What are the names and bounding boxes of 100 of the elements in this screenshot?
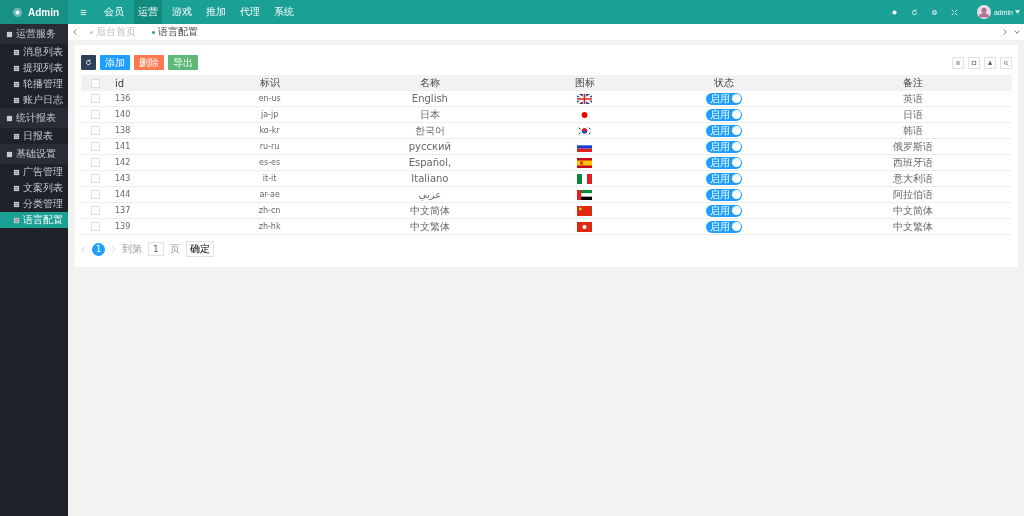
status-toggle[interactable]: 启用 xyxy=(705,156,742,169)
table-cell: 日本 xyxy=(324,106,536,123)
columns-icon[interactable] xyxy=(952,56,964,69)
table-cell: ko-kr xyxy=(214,122,325,139)
next-page-icon[interactable] xyxy=(111,245,116,253)
row-checkbox[interactable] xyxy=(90,94,100,103)
page-tab[interactable]: 后台首页 xyxy=(90,25,136,39)
table-cell: 138 xyxy=(109,122,215,139)
list-icon xyxy=(13,200,20,208)
chevron-down-icon[interactable] xyxy=(1014,29,1020,35)
list-icon xyxy=(6,150,13,158)
sidebar-item[interactable]: 语言配置 xyxy=(0,212,68,228)
page-unit: 页 xyxy=(169,242,180,256)
row-checkbox[interactable] xyxy=(90,158,100,167)
sidebar-item[interactable]: 消息列表 xyxy=(0,44,68,60)
row-checkbox[interactable] xyxy=(90,222,100,231)
status-toggle[interactable]: 启用 xyxy=(705,140,742,153)
nav-tab[interactable]: 推加 xyxy=(202,0,230,24)
status-toggle[interactable]: 启用 xyxy=(705,220,742,233)
list-icon xyxy=(13,80,20,88)
refresh-icon[interactable] xyxy=(910,8,918,16)
table-cell: ar-ae xyxy=(214,186,325,203)
toolbar-button[interactable]: 删除 xyxy=(134,55,164,70)
table-cell: zh-cn xyxy=(214,202,325,219)
nav-tab[interactable]: 游戏 xyxy=(168,0,196,24)
theme-icon[interactable] xyxy=(890,8,898,16)
row-checkbox[interactable] xyxy=(90,126,100,135)
flag-icon xyxy=(577,93,593,104)
toolbar-button[interactable]: 添加 xyxy=(100,55,130,70)
column-header: 名称 xyxy=(324,75,536,91)
sidebar-item[interactable]: 提现列表 xyxy=(0,60,68,76)
sidebar-group[interactable]: 运营服务 xyxy=(0,24,68,44)
goto-label: 到第 xyxy=(122,242,142,256)
confirm-button[interactable]: 确定 xyxy=(185,241,214,257)
status-toggle[interactable]: 启用 xyxy=(705,172,742,185)
row-checkbox[interactable] xyxy=(90,174,100,183)
sidebar-group[interactable]: 统计报表 xyxy=(0,108,68,128)
settings-icon[interactable] xyxy=(930,8,938,16)
search-icon[interactable] xyxy=(1000,56,1012,69)
select-all-checkbox[interactable] xyxy=(90,79,100,88)
row-checkbox[interactable] xyxy=(90,110,100,119)
table-cell: 한국어 xyxy=(324,122,536,139)
table-cell: 144 xyxy=(109,186,215,203)
sidebar-item[interactable]: 日报表 xyxy=(0,128,68,144)
status-toggle[interactable]: 启用 xyxy=(705,92,742,105)
sidebar-item[interactable]: 广告管理 xyxy=(0,164,68,180)
table-cell: 俄罗斯语 xyxy=(813,138,1012,155)
flag-icon xyxy=(577,157,593,168)
row-checkbox[interactable] xyxy=(90,206,100,215)
table-cell: 中文简体 xyxy=(324,202,536,219)
nav-tab[interactable]: 代理 xyxy=(236,0,264,24)
nav-tab[interactable]: 会员 xyxy=(100,0,128,24)
sidebar-item[interactable]: 分类管理 xyxy=(0,196,68,212)
sidebar-group[interactable]: 基础设置 xyxy=(0,144,68,164)
column-header: 备注 xyxy=(813,75,1012,91)
prev-page-icon[interactable] xyxy=(81,245,86,253)
list-icon xyxy=(13,96,20,104)
toolbar-button[interactable]: 导出 xyxy=(168,55,198,70)
list-icon xyxy=(6,114,13,122)
column-header: 标识 xyxy=(214,75,325,91)
refresh-button[interactable] xyxy=(81,55,96,70)
table-cell: Español, xyxy=(324,154,536,171)
table-cell: ja-jp xyxy=(214,106,325,123)
table-cell: en-us xyxy=(214,91,325,107)
status-toggle[interactable]: 启用 xyxy=(705,188,742,201)
column-header: 图标 xyxy=(535,75,635,91)
avatar-icon[interactable] xyxy=(976,5,991,19)
menu-icon[interactable] xyxy=(80,8,87,16)
table-cell: 142 xyxy=(109,154,215,171)
nav-tab[interactable]: 运营 xyxy=(134,0,162,24)
table-cell: عربي xyxy=(324,186,536,203)
status-toggle[interactable]: 启用 xyxy=(705,124,742,137)
export-icon[interactable] xyxy=(984,56,996,69)
table-cell: 英语 xyxy=(813,91,1012,107)
list-icon xyxy=(13,48,20,56)
page-tab[interactable]: 语言配置 xyxy=(152,25,198,39)
sidebar-item[interactable]: 轮播管理 xyxy=(0,76,68,92)
column-header: 状态 xyxy=(634,75,814,91)
sidebar-item[interactable]: 文案列表 xyxy=(0,180,68,196)
row-checkbox[interactable] xyxy=(90,190,100,199)
status-toggle[interactable]: 启用 xyxy=(705,108,742,121)
flag-icon xyxy=(577,221,593,232)
nav-tab[interactable]: 系统 xyxy=(270,0,298,24)
table-cell: Italiano xyxy=(324,170,536,187)
list-icon xyxy=(13,216,20,224)
page-number[interactable]: 1 xyxy=(92,242,105,256)
row-checkbox[interactable] xyxy=(90,142,100,151)
status-toggle[interactable]: 启用 xyxy=(705,204,742,217)
table-cell: 中文简体 xyxy=(813,202,1012,219)
chevron-left-icon[interactable] xyxy=(72,29,78,35)
flag-icon xyxy=(577,173,593,184)
caret-icon[interactable] xyxy=(1015,10,1020,14)
table-cell: English xyxy=(324,91,536,107)
fullscreen-icon[interactable] xyxy=(950,8,958,16)
list-icon xyxy=(13,168,20,176)
page-input[interactable]: 1 xyxy=(148,242,164,256)
table-cell: ru-ru xyxy=(214,138,325,155)
chevron-right-icon[interactable] xyxy=(1002,29,1008,35)
table-cell: 139 xyxy=(109,218,215,235)
sidebar-item[interactable]: 账户日志 xyxy=(0,92,68,108)
